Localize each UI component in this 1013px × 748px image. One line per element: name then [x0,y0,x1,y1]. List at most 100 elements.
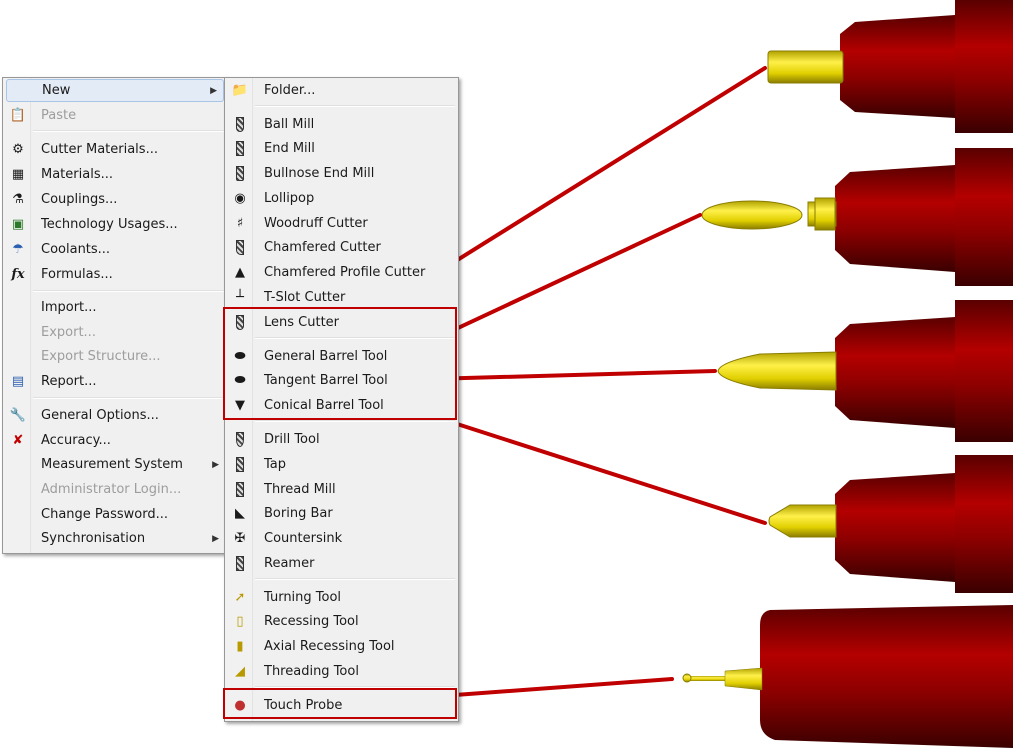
thread-mill-icon [231,481,249,499]
menu-item-administrator-login[interactable]: Administrator Login... [5,478,225,501]
submenu-item-tap[interactable]: Tap [227,453,456,476]
menu-item-formulas[interactable]: fx Formulas... [5,263,225,286]
report-icon: ▤ [11,374,25,389]
submenu-arrow-icon: ▶ [212,459,219,470]
menu-item-label: Paste [41,108,77,123]
menu-item-couplings[interactable]: ⚗ Couplings... [5,188,225,211]
submenu-item-threading-tool[interactable]: ◢ Threading Tool [227,660,456,683]
menu-item-cutter-materials[interactable]: ⚙ Cutter Materials... [5,138,225,161]
tap-icon [231,456,249,474]
menu-separator [255,578,455,580]
menu-item-report[interactable]: ▤ Report... [5,370,225,393]
menu-item-label: Ball Mill [264,117,315,132]
menu-separator [255,420,455,422]
menu-item-label: Recessing Tool [264,614,359,629]
menu-item-label: General Options... [41,408,159,423]
menu-item-coolants[interactable]: ☂ Coolants... [5,238,225,261]
submenu-item-folder[interactable]: 📁 Folder... [227,79,456,102]
menu-item-export-structure[interactable]: Export Structure... [5,345,225,368]
submenu-item-chamfered-cutter[interactable]: Chamfered Cutter [227,236,456,259]
submenu-arrow-icon: ▶ [210,85,217,96]
barrel-tools-highlight-box [223,307,457,420]
menu-item-label: Coolants... [41,242,111,257]
menu-item-label: Measurement System [41,457,183,472]
menu-separator [33,130,224,132]
menu-item-materials[interactable]: ▦ Materials... [5,163,225,186]
submenu-item-boring-bar[interactable]: ◣ Boring Bar [227,502,456,525]
menu-separator [33,290,224,292]
menu-item-label: Formulas... [41,267,113,282]
submenu-item-chamfered-profile-cutter[interactable]: ▲ Chamfered Profile Cutter [227,261,456,284]
submenu-item-reamer[interactable]: Reamer [227,552,456,575]
menu-separator [33,397,224,399]
submenu-item-drill-tool[interactable]: Drill Tool [227,428,456,451]
countersink-icon: ✠ [234,531,246,546]
menu-item-label: Axial Recessing Tool [264,639,395,654]
submenu-item-end-mill[interactable]: End Mill [227,137,456,160]
submenu-item-lollipop[interactable]: ◉ Lollipop [227,187,456,210]
submenu-item-bullnose-end-mill[interactable]: Bullnose End Mill [227,162,456,185]
drill-tool-icon [231,431,249,449]
submenu-item-countersink[interactable]: ✠ Countersink [227,527,456,550]
folder-icon: 📁 [231,83,249,98]
coolants-icon: ☂ [12,242,24,257]
cutter-materials-icon: ⚙ [12,142,24,157]
menu-item-general-options[interactable]: 🔧 General Options... [5,404,225,427]
accuracy-icon: ✘ [12,433,24,448]
couplings-icon: ⚗ [12,192,24,207]
general-barrel-illustration [701,148,1013,286]
chamfered-profile-cutter-icon: ▲ [235,265,245,280]
touch-probe-illustration [682,605,1013,748]
submenu-item-recessing-tool[interactable]: ▯ Recessing Tool [227,610,456,633]
menu-item-label: Drill Tool [264,432,320,447]
woodruff-cutter-icon: ♯ [236,216,244,231]
menu-item-label: Technology Usages... [41,217,178,232]
lens-cutter-illustration [767,0,1013,133]
submenu-item-woodruff-cutter[interactable]: ♯ Woodruff Cutter [227,212,456,235]
submenu-item-ball-mill[interactable]: Ball Mill [227,113,456,136]
tangent-barrel-illustration [717,300,1013,442]
t-slot-cutter-icon: ┴ [236,290,244,305]
menu-item-label: Reamer [264,556,315,571]
submenu-item-thread-mill[interactable]: Thread Mill [227,478,456,501]
threading-tool-icon: ◢ [235,664,245,679]
menu-item-label: Change Password... [41,507,169,522]
menu-item-accuracy[interactable]: ✘ Accuracy... [5,429,225,452]
turning-tool-icon: ➚ [234,590,246,605]
submenu-item-turning-tool[interactable]: ➚ Turning Tool [227,586,456,609]
ball-mill-icon [231,116,249,134]
menu-item-export[interactable]: Export... [5,321,225,344]
wrench-icon: 🔧 [9,408,27,423]
menu-item-label: Export... [41,325,96,340]
menu-item-new[interactable]: New ▶ [6,79,224,102]
menu-item-measurement-system[interactable]: Measurement System ▶ [5,453,225,476]
menu-item-label: Threading Tool [264,664,359,679]
submenu-item-t-slot-cutter[interactable]: ┴ T-Slot Cutter [227,286,456,309]
end-mill-icon [231,140,249,158]
context-menu: New ▶ 📋 Paste ⚙ Cutter Materials... ▦ Ma… [2,77,228,554]
touch-probe-highlight-box [223,688,457,719]
menu-item-technology-usages[interactable]: ▣ Technology Usages... [5,213,225,236]
menu-item-label: Boring Bar [264,506,333,521]
menu-item-label: Bullnose End Mill [264,166,375,181]
submenu-arrow-icon: ▶ [212,533,219,544]
boring-bar-icon: ◣ [235,506,245,521]
menu-item-label: Tap [264,457,287,472]
menu-separator [255,105,455,107]
menu-item-change-password[interactable]: Change Password... [5,503,225,526]
menu-item-import[interactable]: Import... [5,296,225,319]
menu-item-label: Couplings... [41,192,118,207]
lollipop-icon: ◉ [234,191,246,206]
submenu-item-axial-recessing-tool[interactable]: ▮ Axial Recessing Tool [227,635,456,658]
menu-item-label: Countersink [264,531,343,546]
menu-item-synchronisation[interactable]: Synchronisation ▶ [5,527,225,550]
axial-recessing-tool-icon: ▮ [236,639,244,654]
menu-item-label: New [42,83,71,98]
formulas-icon: fx [11,267,25,282]
menu-item-label: Synchronisation [41,531,146,546]
paste-icon: 📋 [9,108,27,123]
reamer-icon [231,555,249,573]
menu-item-paste[interactable]: 📋 Paste [5,104,225,127]
menu-item-label: Folder... [264,83,316,98]
conical-barrel-illustration [768,455,1013,593]
